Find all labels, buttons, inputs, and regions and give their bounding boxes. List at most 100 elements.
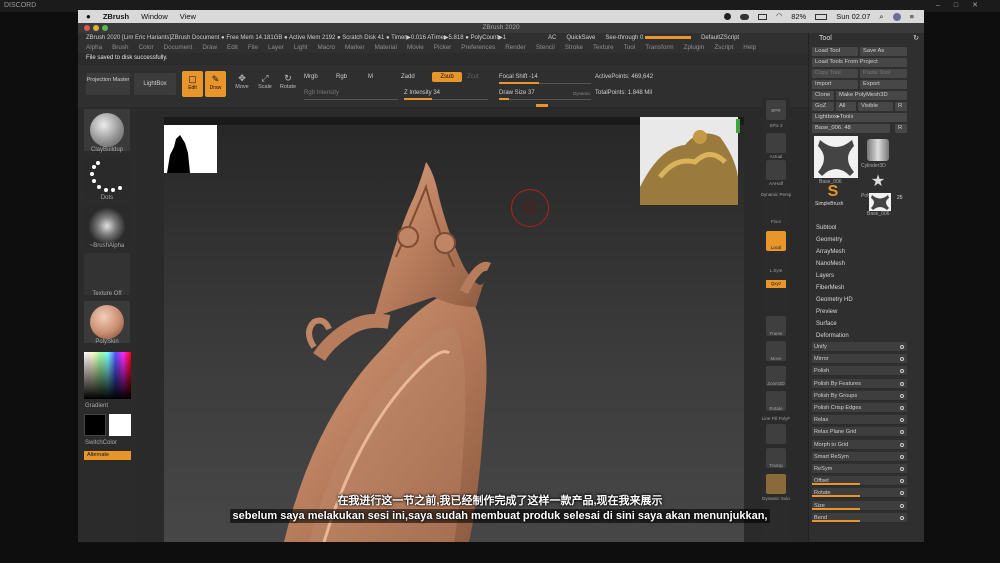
deformation-slider[interactable]: Unify — [812, 342, 907, 352]
stroke-thumbnail[interactable] — [84, 157, 130, 199]
m-button[interactable]: M — [368, 74, 373, 80]
lsym-button[interactable]: L.Sym — [760, 268, 792, 273]
menu-item[interactable]: Zscript — [714, 43, 733, 53]
tool-thumb-cylinder3d[interactable] — [867, 139, 889, 161]
zcut-button[interactable]: Zcut — [467, 74, 479, 80]
actual-button[interactable] — [766, 133, 786, 153]
make-polymesh3d-button[interactable]: Make PolyMesh3D — [836, 91, 907, 100]
zsub-button[interactable]: Zsub — [432, 72, 462, 82]
toolbar-handle[interactable] — [536, 104, 548, 107]
refresh-icon[interactable]: ↻ — [913, 33, 919, 45]
deformation-slider[interactable]: Smart ReSym — [812, 451, 907, 462]
menu-item[interactable]: Stroke — [565, 43, 583, 53]
apple-icon[interactable]: ● — [86, 10, 91, 23]
linefill-button[interactable] — [766, 424, 786, 444]
cloud-icon[interactable] — [740, 13, 750, 20]
z-intensity-slider[interactable]: Z Intensity 34 — [404, 90, 440, 96]
lightbox-button[interactable]: LightBox — [134, 73, 176, 95]
deformation-toggle-icon[interactable] — [900, 381, 904, 386]
move-button[interactable]: ✥ Move — [232, 73, 252, 90]
texture-thumbnail[interactable] — [84, 253, 130, 295]
edit-button[interactable]: ▢ Edit — [182, 71, 203, 97]
material-thumbnail[interactable] — [84, 301, 130, 343]
close-icon[interactable]: ✕ — [972, 2, 992, 9]
document-canvas[interactable] — [164, 117, 744, 542]
secondary-color-swatch[interactable] — [109, 414, 131, 436]
current-tool-r-button[interactable]: R — [895, 124, 907, 133]
menu-item[interactable]: Brush — [112, 43, 128, 53]
menu-item[interactable]: File — [248, 43, 258, 53]
defaultzscript-button[interactable]: DefaultZScript — [701, 33, 739, 43]
battery-icon[interactable] — [815, 13, 828, 20]
menu-item[interactable]: Stencil — [536, 43, 555, 53]
quicksave-button[interactable]: QuickSave — [566, 33, 595, 43]
dynamic-button[interactable]: Dynamic — [573, 91, 591, 96]
control-center-icon[interactable]: ≡ — [910, 10, 914, 23]
paste-tool-button[interactable]: Paste Tool — [860, 69, 907, 78]
menu-item[interactable]: Movie — [407, 43, 424, 53]
menu-item[interactable]: Material — [375, 43, 397, 53]
brush-thumbnail[interactable] — [84, 109, 130, 151]
menu-window[interactable]: Window — [141, 10, 168, 23]
menu-item[interactable]: Texture — [593, 43, 614, 53]
alpha-thumbnail[interactable] — [84, 205, 130, 247]
menu-item[interactable]: Color — [139, 43, 154, 53]
battery-percent[interactable]: 82% — [791, 10, 806, 23]
subpalette-subtool[interactable]: Subtool — [816, 223, 916, 233]
floor-button[interactable]: Floor — [760, 219, 792, 224]
subpalette-geometry[interactable]: Geometry — [816, 235, 916, 245]
menu-item[interactable]: Tool — [624, 43, 636, 53]
clock[interactable]: Sun 02.07 — [836, 10, 870, 23]
close-window-button[interactable] — [84, 25, 90, 31]
see-through-slider[interactable]: See-through 0 — [605, 33, 692, 43]
record-icon[interactable] — [724, 13, 732, 20]
switchcolor-button[interactable]: SwitchColor — [78, 440, 136, 446]
rgb-intensity-slider[interactable]: Rgb Intensity — [304, 90, 339, 96]
deformation-slider[interactable]: Polish By Features — [812, 378, 907, 389]
ac-button[interactable]: AC — [548, 33, 556, 43]
aahalf-button[interactable] — [766, 160, 786, 180]
minimize-window-button[interactable] — [93, 25, 99, 31]
window-controls[interactable]: –□✕ — [936, 0, 992, 12]
export-button[interactable]: Export — [860, 80, 907, 89]
menu-item[interactable]: Edit — [227, 43, 238, 53]
subpalette-fibermesh[interactable]: FiberMesh — [816, 283, 916, 293]
deformation-toggle-icon[interactable] — [900, 393, 904, 398]
deformation-slider[interactable]: Polish Crisp Edges — [812, 403, 907, 413]
user-avatar-icon[interactable] — [892, 12, 901, 21]
lightbox-tools-button[interactable]: Lightbox▸Tools — [812, 113, 907, 122]
alternate-button[interactable]: Alternate — [84, 451, 131, 460]
menu-item[interactable]: Zplugin — [684, 43, 705, 53]
deformation-toggle-icon[interactable] — [900, 357, 904, 362]
qxyz-button[interactable]: Qxyz — [766, 280, 786, 288]
menu-item[interactable]: Render — [505, 43, 526, 53]
deformation-toggle-icon[interactable] — [900, 479, 904, 484]
zadd-button[interactable]: Zadd — [401, 74, 415, 80]
deformation-slider[interactable]: ReSym — [812, 464, 907, 474]
visible-button[interactable]: Visible — [858, 102, 893, 111]
deformation-slider[interactable]: Relax — [812, 415, 907, 426]
deformation-toggle-icon[interactable] — [900, 406, 904, 410]
tool-thumb-base006[interactable] — [814, 136, 858, 178]
subpalette-geometry-hd[interactable]: Geometry HD — [816, 295, 916, 305]
deformation-slider[interactable]: Mirror — [812, 354, 907, 365]
deformation-slider[interactable]: Polish — [812, 366, 907, 377]
deformation-toggle-icon[interactable] — [900, 442, 904, 447]
subpalette-layers[interactable]: Layers — [816, 271, 916, 281]
deformation-toggle-icon[interactable] — [900, 430, 904, 435]
spix-label[interactable]: SPix 3 — [760, 123, 792, 128]
projection-master-button[interactable]: Projection Master — [86, 73, 130, 95]
deformation-slider[interactable]: Offset — [812, 476, 907, 487]
rotate-button[interactable]: ↻ Rotate — [278, 73, 298, 90]
minimize-icon[interactable]: – — [936, 2, 954, 9]
tool-thumb-polymesh3d[interactable]: ★ — [869, 173, 887, 191]
menu-item[interactable]: Marker — [345, 43, 365, 53]
subpalette-nanomesh[interactable]: NanoMesh — [816, 259, 916, 269]
mrgb-button[interactable]: Mrgb — [304, 74, 318, 80]
menu-item[interactable]: Help — [743, 43, 756, 53]
goz-button[interactable]: GoZ — [812, 102, 834, 111]
menu-item[interactable]: Transform — [645, 43, 673, 53]
menu-item[interactable]: Preferences — [461, 43, 495, 53]
deformation-toggle-icon[interactable] — [900, 369, 904, 374]
subpalette-deformation[interactable]: Deformation — [816, 331, 916, 341]
